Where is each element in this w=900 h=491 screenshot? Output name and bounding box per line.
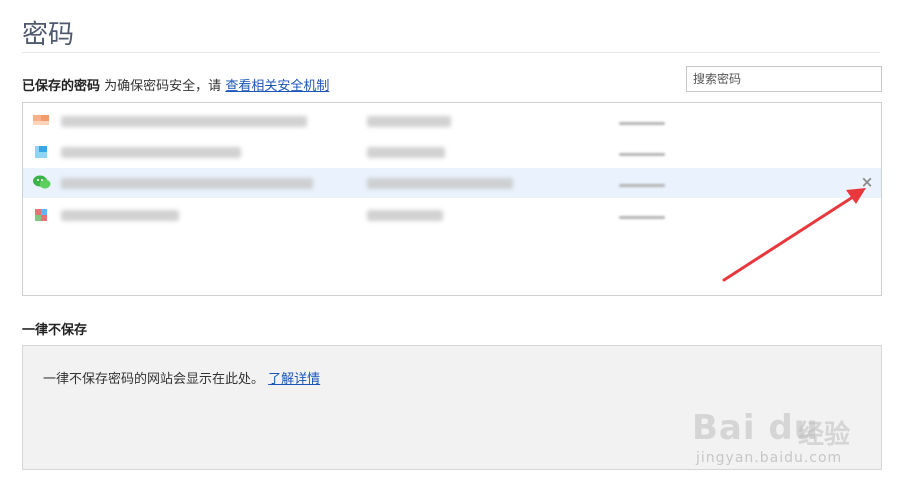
site-url-blurred bbox=[61, 178, 313, 189]
password-masked bbox=[619, 184, 665, 187]
password-row[interactable] bbox=[23, 106, 881, 136]
remove-password-button[interactable]: × bbox=[859, 174, 875, 190]
learn-more-link[interactable]: 了解详情 bbox=[268, 372, 320, 387]
password-row[interactable] bbox=[23, 137, 881, 167]
site-favicon-icon bbox=[33, 207, 49, 223]
never-saved-message-line: 一律不保存密码的网站会显示在此处。 了解详情 bbox=[43, 368, 320, 387]
never-saved-heading: 一律不保存 bbox=[22, 323, 88, 338]
never-saved-message: 一律不保存密码的网站会显示在此处。 bbox=[43, 372, 265, 387]
username-blurred bbox=[367, 147, 445, 158]
site-url-blurred bbox=[61, 147, 241, 158]
saved-passwords-list: × bbox=[22, 102, 882, 296]
site-favicon-icon bbox=[33, 144, 49, 160]
site-url-blurred bbox=[61, 116, 307, 127]
password-row-selected[interactable]: × bbox=[23, 168, 881, 198]
baidu-jingyan-watermark: Bai du 经验 jingyan.baidu.com bbox=[688, 386, 888, 486]
password-masked bbox=[619, 122, 665, 125]
site-favicon-icon bbox=[33, 113, 49, 129]
password-row[interactable] bbox=[23, 200, 881, 230]
saved-passwords-header: 已保存的密码 为确保密码安全，请 查看相关安全机制 bbox=[22, 75, 329, 94]
search-passwords-input[interactable] bbox=[686, 66, 882, 92]
watermark-url: jingyan.baidu.com bbox=[696, 450, 843, 466]
title-divider bbox=[22, 52, 880, 53]
username-blurred bbox=[367, 116, 451, 127]
password-masked bbox=[619, 153, 665, 156]
site-url-blurred bbox=[61, 210, 179, 221]
saved-passwords-description: 为确保密码安全，请 bbox=[104, 79, 222, 94]
password-masked bbox=[619, 216, 665, 219]
watermark-brand-cn: 经验 bbox=[798, 420, 851, 450]
wechat-icon bbox=[33, 174, 51, 190]
security-mechanism-link[interactable]: 查看相关安全机制 bbox=[225, 79, 329, 94]
username-blurred bbox=[367, 178, 513, 189]
page-title: 密码 bbox=[22, 20, 75, 50]
saved-passwords-heading: 已保存的密码 bbox=[22, 79, 101, 94]
username-blurred bbox=[367, 210, 443, 221]
